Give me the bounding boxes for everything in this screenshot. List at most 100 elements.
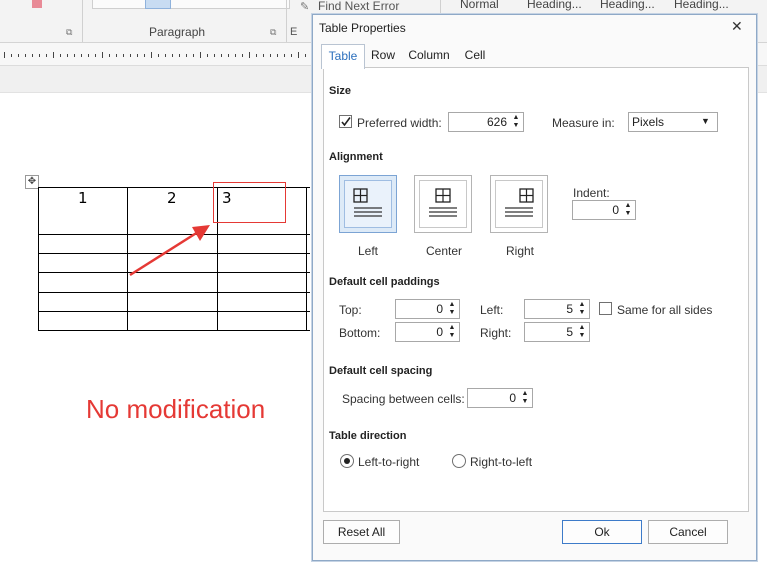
table-properties-dialog: Table Properties ✕ Table Row Column Cell…: [312, 14, 757, 561]
ruler-tick: [137, 54, 138, 57]
ruler-tick: [74, 54, 75, 57]
preferred-width-checkbox[interactable]: [339, 115, 352, 128]
spin-arrows-icon[interactable]: ▲ ▼: [447, 324, 457, 340]
padding-right-label: Right:: [480, 326, 512, 340]
ruler-tick: [200, 52, 201, 58]
padding-bottom-stepper[interactable]: 0 ▲ ▼: [395, 322, 460, 342]
indent-stepper[interactable]: 0 ▲ ▼: [572, 200, 636, 220]
measure-in-select[interactable]: Pixels ▼: [628, 112, 718, 132]
ruler-tick: [221, 54, 222, 57]
find-next-error-button[interactable]: Find Next Error: [318, 0, 399, 13]
ltr-label: Left-to-right: [358, 455, 420, 469]
align-left-label: Left: [357, 244, 378, 258]
style-heading-3[interactable]: Heading...: [674, 0, 729, 11]
ruler-tick: [116, 54, 117, 57]
close-icon[interactable]: ✕: [731, 18, 743, 35]
tab-cell[interactable]: Cell: [461, 44, 489, 66]
align-left-icon: [344, 180, 392, 228]
rtl-label: Right-to-left: [470, 455, 533, 469]
ltr-radio[interactable]: [340, 454, 354, 468]
tab-row[interactable]: Row: [367, 44, 399, 66]
tab-panel-table: Size Preferred width: 626 ▲ ▼ Measure in:…: [323, 67, 749, 512]
ruler-tick: [277, 54, 278, 57]
ok-button[interactable]: Ok: [562, 520, 642, 544]
dialog-title: Table Properties: [319, 21, 406, 35]
ruler-tick: [102, 52, 103, 58]
ribbon-color-swatch[interactable]: [32, 0, 42, 8]
same-for-all-sides-checkbox[interactable]: [599, 302, 612, 315]
ruler-tick: [151, 52, 152, 58]
align-left-button[interactable]: [339, 175, 397, 233]
indent-value: 0: [612, 203, 619, 217]
ruler-tick: [88, 54, 89, 57]
reset-all-button[interactable]: Reset All: [323, 520, 400, 544]
ruler-tick: [165, 54, 166, 57]
spell-check-icon[interactable]: ✎: [300, 0, 309, 13]
table-header-cell-2[interactable]: 2: [167, 189, 177, 207]
padding-left-value: 5: [566, 302, 573, 316]
padding-top-stepper[interactable]: 0 ▲ ▼: [395, 299, 460, 319]
ruler-tick: [228, 54, 229, 57]
table-move-handle-icon[interactable]: ✥: [25, 175, 39, 189]
preferred-width-value: 626: [486, 115, 507, 129]
spacing-between-value: 0: [509, 391, 516, 405]
align-right-button[interactable]: [490, 175, 548, 233]
align-center-label: Center: [425, 244, 463, 258]
preferred-width-stepper[interactable]: 626 ▲ ▼: [448, 112, 524, 132]
tab-table[interactable]: Table: [321, 44, 365, 69]
ruler-tick: [53, 52, 54, 58]
spin-arrows-icon[interactable]: ▲ ▼: [577, 324, 587, 340]
ruler-tick: [39, 54, 40, 57]
ruler-tick: [298, 52, 299, 58]
spin-arrows-icon[interactable]: ▲ ▼: [623, 202, 633, 218]
ruler-tick: [60, 54, 61, 57]
ruler-tick: [249, 52, 250, 58]
ribbon-separator: [440, 0, 441, 14]
paragraph-group-launcher-icon[interactable]: ⧉: [270, 27, 276, 38]
font-group-launcher-icon[interactable]: ⧉: [66, 27, 72, 38]
table-header-cell-1[interactable]: 1: [78, 189, 88, 207]
ruler-tick: [291, 54, 292, 57]
padding-left-stepper[interactable]: 5 ▲ ▼: [524, 299, 590, 319]
ruler-tick: [172, 54, 173, 57]
measure-in-label: Measure in:: [552, 116, 615, 130]
padding-bottom-value: 0: [436, 325, 443, 339]
spin-arrows-icon[interactable]: ▲ ▼: [577, 301, 587, 317]
padding-right-stepper[interactable]: 5 ▲ ▼: [524, 322, 590, 342]
paragraph-align-active[interactable]: [145, 0, 171, 9]
spin-arrows-icon[interactable]: ▲ ▼: [511, 114, 521, 130]
tab-column[interactable]: Column: [405, 44, 453, 66]
cancel-button[interactable]: Cancel: [648, 520, 728, 544]
ribbon-separator: [286, 0, 287, 42]
section-alignment-heading: Alignment: [329, 151, 383, 163]
spacing-between-stepper[interactable]: 0 ▲ ▼: [467, 388, 533, 408]
annotation-highlight-box: [213, 182, 286, 223]
ruler-tick: [144, 54, 145, 57]
ruler-tick: [214, 54, 215, 57]
style-heading-1[interactable]: Heading...: [527, 0, 582, 11]
measure-in-value: Pixels: [632, 115, 665, 129]
ruler-tick: [32, 54, 33, 57]
section-size-heading: Size: [329, 85, 352, 97]
spin-arrows-icon[interactable]: ▲ ▼: [520, 390, 530, 406]
ruler-tick: [270, 54, 271, 57]
rtl-radio[interactable]: [452, 454, 466, 468]
align-center-button[interactable]: [414, 175, 472, 233]
section-direction-heading: Table direction: [329, 430, 407, 442]
ruler-tick: [18, 54, 19, 57]
ruler-tick: [109, 54, 110, 57]
style-normal[interactable]: Normal: [460, 0, 499, 11]
ruler-tick: [95, 54, 96, 57]
paragraph-button-strip[interactable]: [92, 0, 290, 9]
section-spacing-heading: Default cell spacing: [329, 365, 433, 377]
check-icon: [341, 117, 351, 127]
chevron-down-icon: ▼: [701, 116, 710, 126]
padding-bottom-label: Bottom:: [339, 326, 381, 340]
style-heading-2[interactable]: Heading...: [600, 0, 655, 11]
spin-arrows-icon[interactable]: ▲ ▼: [447, 301, 457, 317]
ruler-tick: [207, 54, 208, 57]
ruler-tick: [130, 54, 131, 57]
ribbon-separator: [82, 0, 83, 42]
padding-right-value: 5: [566, 325, 573, 339]
ruler-tick: [81, 54, 82, 57]
